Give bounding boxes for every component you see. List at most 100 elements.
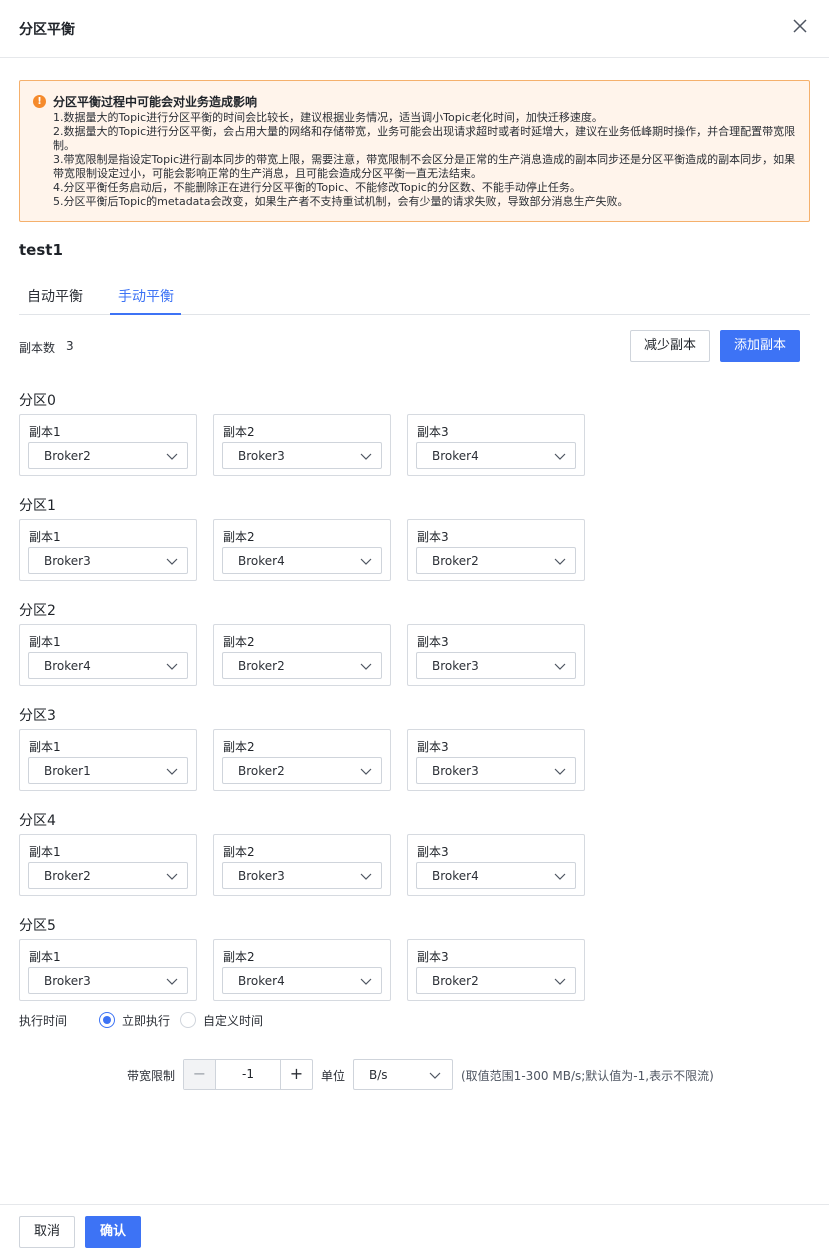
replica-label: 副本1 [29, 740, 61, 754]
replica-card: 副本2 Broker3 [213, 414, 391, 476]
add-replica-button[interactable]: 添加副本 [720, 330, 800, 362]
broker-select[interactable]: Broker3 [416, 652, 576, 679]
broker-select-value: Broker4 [44, 659, 91, 673]
bandwidth-input[interactable]: -1 [216, 1060, 280, 1089]
unit-label: 单位 [321, 1069, 346, 1083]
replica-label: 副本2 [223, 950, 255, 964]
broker-select-value: Broker2 [238, 764, 285, 778]
broker-select[interactable]: Broker2 [416, 967, 576, 994]
broker-select[interactable]: Broker2 [416, 547, 576, 574]
partition-title: 分区3 [19, 708, 56, 724]
replica-label: 副本3 [417, 635, 449, 649]
broker-select[interactable]: Broker3 [28, 547, 188, 574]
bandwidth-stepper: − -1 + [183, 1059, 313, 1090]
chevron-down-icon [360, 558, 372, 565]
partition-block: 分区0 副本1 Broker2 副本2 Broker3 副本3 Broker4 [19, 390, 619, 480]
replica-label: 副本1 [29, 845, 61, 859]
confirm-button[interactable]: 确认 [85, 1216, 141, 1248]
chevron-down-icon [360, 978, 372, 985]
replica-card: 副本1 Broker3 [19, 519, 197, 581]
replica-label: 副本2 [223, 530, 255, 544]
chevron-down-icon [554, 768, 566, 775]
partition-title: 分区1 [19, 498, 56, 514]
chevron-down-icon [166, 453, 178, 460]
replica-label: 副本3 [417, 425, 449, 439]
replica-label: 副本3 [417, 740, 449, 754]
custom-time-radio[interactable] [180, 1012, 196, 1028]
partition-title: 分区4 [19, 813, 56, 829]
broker-select[interactable]: Broker3 [222, 442, 382, 469]
topic-name: test1 [19, 241, 63, 259]
broker-select[interactable]: Broker3 [416, 757, 576, 784]
broker-select-value: Broker3 [238, 449, 285, 463]
broker-select[interactable]: Broker4 [416, 442, 576, 469]
partition-block: 分区4 副本1 Broker2 副本2 Broker3 副本3 Broker4 [19, 810, 619, 900]
alert-line: 3.带宽限制是指设定Topic进行副本同步的带宽上限，需要注意，带宽限制不会区分… [53, 153, 796, 180]
broker-select[interactable]: Broker4 [416, 862, 576, 889]
bandwidth-hint: (取值范围1-300 MB/s;默认值为-1,表示不限流) [461, 1069, 714, 1083]
close-icon[interactable] [791, 17, 809, 35]
dialog-title: 分区平衡 [19, 22, 75, 38]
broker-select[interactable]: Broker1 [28, 757, 188, 784]
exec-time-label: 执行时间 [19, 1014, 68, 1028]
broker-select[interactable]: Broker2 [28, 442, 188, 469]
broker-select-value: Broker4 [238, 554, 285, 568]
chevron-down-icon [360, 453, 372, 460]
chevron-down-icon [166, 978, 178, 985]
reduce-replica-button[interactable]: 减少副本 [630, 330, 710, 362]
replica-card: 副本1 Broker4 [19, 624, 197, 686]
broker-select[interactable]: Broker2 [222, 652, 382, 679]
alert-line: 1.数据量大的Topic进行分区平衡的时间会比较长，建议根据业务情况，适当调小T… [53, 111, 603, 124]
chevron-down-icon [554, 558, 566, 565]
immediate-radio-label: 立即执行 [122, 1014, 171, 1028]
dialog-header: 分区平衡 [0, 0, 829, 58]
broker-select-value: Broker2 [44, 869, 91, 883]
broker-select[interactable]: Broker4 [222, 967, 382, 994]
tab-auto-balance[interactable]: 自动平衡 [27, 286, 83, 306]
unit-select-value: B/s [369, 1068, 388, 1082]
replica-card: 副本1 Broker3 [19, 939, 197, 1001]
chevron-down-icon [554, 453, 566, 460]
tab-manual-balance[interactable]: 手动平衡 [118, 286, 174, 306]
chevron-down-icon [554, 873, 566, 880]
chevron-down-icon [554, 978, 566, 985]
broker-select[interactable]: Broker4 [28, 652, 188, 679]
decrement-button[interactable]: − [184, 1060, 216, 1089]
unit-select[interactable]: B/s [353, 1059, 453, 1090]
broker-select-value: Broker3 [44, 974, 91, 988]
dialog-footer: 取消 确认 [0, 1204, 829, 1255]
active-tab-indicator [110, 313, 181, 315]
replica-label: 副本2 [223, 425, 255, 439]
immediate-radio[interactable] [99, 1012, 115, 1028]
broker-select[interactable]: Broker2 [28, 862, 188, 889]
broker-select-value: Broker3 [432, 659, 479, 673]
replica-label: 副本1 [29, 635, 61, 649]
warning-icon: ! [33, 95, 46, 108]
partition-title: 分区2 [19, 603, 56, 619]
replica-count-value: 3 [66, 339, 74, 353]
partition-title: 分区5 [19, 918, 56, 934]
increment-button[interactable]: + [280, 1060, 312, 1089]
alert-line: 4.分区平衡任务启动后，不能删除正在进行分区平衡的Topic、不能修改Topic… [53, 181, 581, 194]
replica-card: 副本1 Broker2 [19, 834, 197, 896]
replica-card: 副本2 Broker3 [213, 834, 391, 896]
replica-card: 副本2 Broker4 [213, 519, 391, 581]
cancel-button[interactable]: 取消 [19, 1216, 75, 1248]
broker-select-value: Broker2 [238, 659, 285, 673]
broker-select[interactable]: Broker3 [28, 967, 188, 994]
replica-card: 副本2 Broker2 [213, 729, 391, 791]
chevron-down-icon [360, 663, 372, 670]
custom-time-radio-label: 自定义时间 [203, 1014, 264, 1028]
broker-select[interactable]: Broker2 [222, 757, 382, 784]
broker-select[interactable]: Broker3 [222, 862, 382, 889]
alert-title: 分区平衡过程中可能会对业务造成影响 [53, 95, 258, 109]
chevron-down-icon [429, 1072, 441, 1079]
replica-card: 副本3 Broker4 [407, 834, 585, 896]
chevron-down-icon [360, 873, 372, 880]
broker-select[interactable]: Broker4 [222, 547, 382, 574]
replica-label: 副本3 [417, 950, 449, 964]
partition-block: 分区1 副本1 Broker3 副本2 Broker4 副本3 Broker2 [19, 495, 619, 585]
replica-card: 副本3 Broker4 [407, 414, 585, 476]
chevron-down-icon [166, 768, 178, 775]
chevron-down-icon [554, 663, 566, 670]
